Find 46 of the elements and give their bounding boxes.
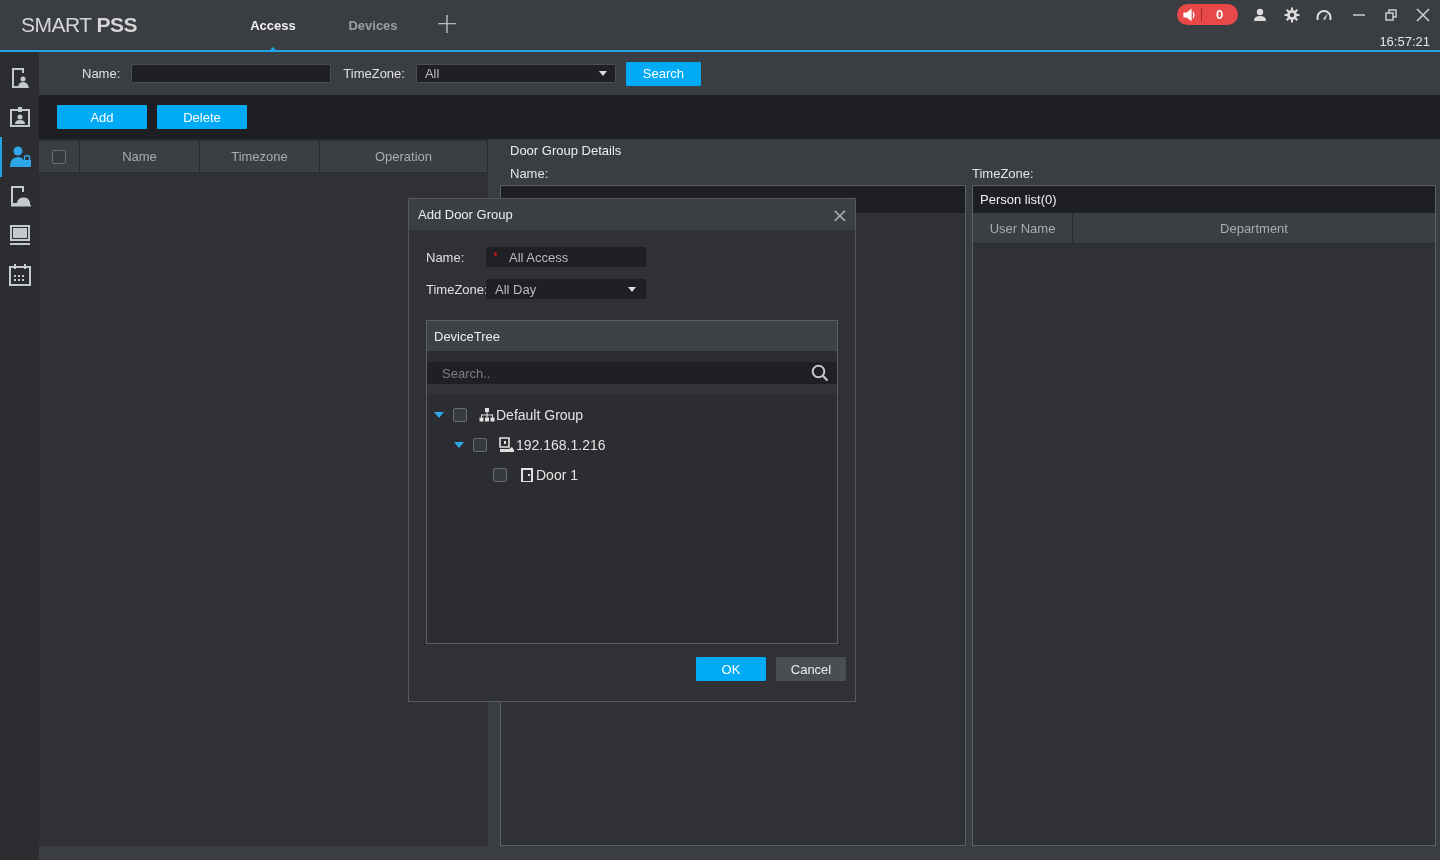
close-button[interactable]: ×: [825, 199, 855, 230]
name-field[interactable]: [131, 64, 332, 83]
column-header: User Name: [973, 213, 1073, 243]
app-logo: SMART PSS: [21, 13, 139, 37]
settings-icon[interactable]: [1284, 6, 1300, 23]
tree-node-label[interactable]: 192.168.1.216: [516, 437, 606, 453]
dialog-title: Add Door Group: [418, 207, 513, 222]
column-header: Name: [80, 141, 200, 172]
name-label: Name:: [426, 249, 466, 265]
speaker-icon: [1182, 6, 1198, 23]
tree-checkbox[interactable]: [473, 438, 487, 452]
nav-tab[interactable]: Access: [223, 0, 323, 50]
tree-node-label[interactable]: Door 1: [536, 467, 579, 483]
required-icon: [493, 251, 498, 257]
tree-checkbox[interactable]: [493, 468, 507, 482]
column-header: Timezone: [200, 141, 320, 172]
expand-caret-icon[interactable]: [434, 412, 444, 418]
clock: 16:57:21: [1379, 34, 1430, 49]
name-label: Name:: [82, 66, 121, 81]
details-title: Door Group Details: [510, 143, 623, 160]
name-label: Name:: [510, 165, 550, 183]
alarm-button[interactable]: 0: [1177, 4, 1238, 25]
door-icon: [519, 467, 535, 483]
device-tree-title: DeviceTree: [434, 328, 500, 344]
search-icon[interactable]: [811, 364, 829, 382]
name-field[interactable]: All Access: [486, 247, 646, 267]
user-icon[interactable]: [1252, 6, 1268, 23]
nav-tab[interactable]: Devices: [323, 0, 423, 50]
expand-caret-icon[interactable]: [454, 442, 464, 448]
hierarchy-icon: [479, 407, 495, 423]
select-all-checkbox[interactable]: [52, 149, 66, 164]
timezone-dropdown[interactable]: All Day: [486, 279, 646, 299]
column-header: Department: [1219, 219, 1289, 238]
door-device-icon: [499, 437, 515, 453]
restore-icon[interactable]: [1384, 7, 1398, 22]
add-tab-button[interactable]: +: [423, 0, 471, 50]
timezone-label: TimeZone:: [426, 281, 486, 297]
cancel-button[interactable]: Cancel: [776, 657, 846, 681]
close-icon[interactable]: [1416, 7, 1430, 22]
tree-checkbox[interactable]: [453, 408, 467, 422]
timezone-label: TimeZone:: [343, 66, 405, 81]
tree-node-label[interactable]: Default Group: [496, 407, 584, 423]
search-field[interactable]: Search..: [427, 362, 837, 384]
timezone-dropdown[interactable]: All: [415, 64, 616, 83]
person-list-title: Person list(0): [980, 192, 1057, 207]
timezone-label: TimeZone:: [972, 165, 1035, 183]
